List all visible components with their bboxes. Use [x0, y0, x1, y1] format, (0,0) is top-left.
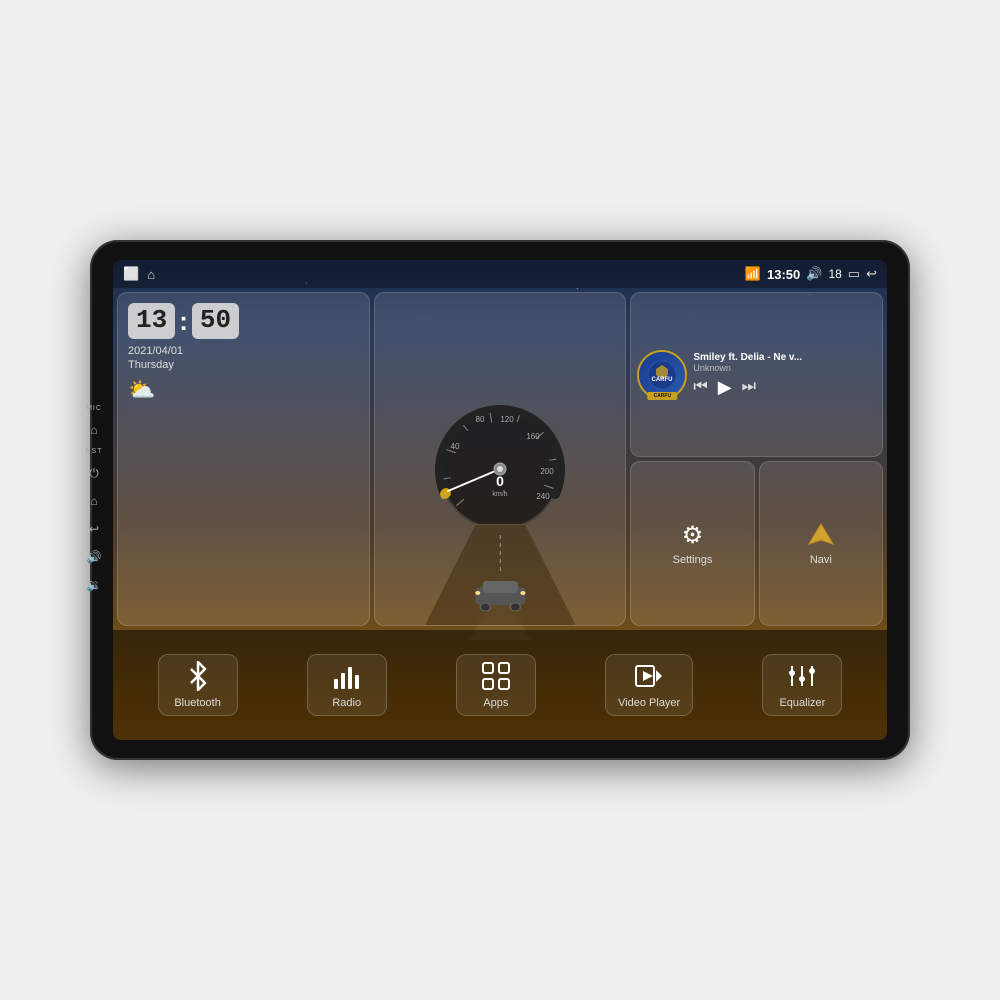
music-logo: CARFU CARFU	[637, 350, 687, 400]
status-time: 13:50	[767, 267, 800, 282]
music-title: Smiley ft. Delia - Ne v...	[693, 352, 876, 363]
next-button[interactable]: ⏭	[742, 378, 756, 396]
svg-text:40: 40	[451, 442, 460, 451]
road-scene	[375, 525, 626, 625]
svg-text:120: 120	[500, 415, 514, 424]
bottom-bar: Bluetooth Radio	[113, 630, 887, 740]
volume-icon: 🔊	[806, 266, 822, 282]
wifi-icon: 📶	[745, 266, 761, 282]
equalizer-icon	[787, 661, 817, 691]
speedometer-container: 0 40 80 120 160 200 240 0	[383, 301, 618, 617]
svg-text:0: 0	[496, 473, 504, 489]
settings-icon: ⚙	[682, 521, 704, 550]
status-right: 📶 13:50 🔊 18 ▭ ↩	[745, 266, 877, 282]
equalizer-label: Equalizer	[779, 697, 825, 709]
apps-icon	[481, 661, 511, 691]
clock-date: 2021/04/01	[128, 345, 183, 357]
apps-label: Apps	[483, 697, 508, 709]
svg-text:80: 80	[476, 415, 485, 424]
navi-label: Navi	[810, 554, 832, 566]
side-controls: MIC ⌂ RST ⏻ ⌂ ↩ 🔊 🔉	[84, 405, 104, 595]
back-status-icon: ↩	[866, 266, 877, 282]
apps-button[interactable]: Apps	[456, 654, 536, 716]
window-icon: ⬜	[123, 266, 139, 282]
equalizer-button[interactable]: Equalizer	[762, 654, 842, 716]
clock-minutes: 50	[192, 303, 239, 339]
rst-label: RST	[86, 448, 103, 455]
clock-display: 13 : 50	[128, 303, 239, 339]
video-icon	[634, 661, 664, 691]
video-button[interactable]: Video Player	[605, 654, 693, 716]
music-ribbon: CARFU	[648, 392, 678, 400]
radio-label: Radio	[332, 697, 361, 709]
main-content: 13 : 50 2021/04/01 Thursday ⛅	[113, 288, 887, 630]
settings-label: Settings	[673, 554, 713, 566]
radio-icon	[332, 661, 362, 691]
clock-hours: 13	[128, 303, 175, 339]
svg-text:km/h: km/h	[492, 491, 507, 498]
play-button[interactable]: ▶	[718, 377, 732, 398]
volume-level: 18	[828, 267, 841, 281]
music-artist: Unknown	[693, 363, 876, 373]
battery-icon: ▭	[848, 266, 860, 282]
bluetooth-icon	[183, 661, 213, 691]
settings-widget[interactable]: ⚙ Settings	[630, 461, 754, 626]
svg-text:200: 200	[540, 467, 554, 476]
svg-text:0: 0	[441, 492, 446, 501]
music-widget[interactable]: CARFU CARFU Smiley ft. Delia - Ne v... U…	[630, 292, 883, 457]
weather-icon: ⛅	[128, 377, 155, 403]
radio-button[interactable]: Radio	[307, 654, 387, 716]
bluetooth-button[interactable]: Bluetooth	[158, 654, 238, 716]
vol-up-icon[interactable]: 🔊	[84, 547, 104, 567]
status-bar: ⬜ ⌂ 📶 13:50 🔊 18 ▭ ↩	[113, 260, 887, 288]
svg-text:240: 240	[536, 492, 550, 501]
navi-widget[interactable]: Navi	[759, 461, 883, 626]
video-label: Video Player	[618, 697, 680, 709]
prev-button[interactable]: ⏮	[693, 378, 707, 396]
mic-label: MIC	[86, 405, 102, 412]
speedometer-svg: 0 40 80 120 160 200 240 0	[425, 394, 575, 524]
home-icon: ⌂	[147, 267, 155, 282]
vol-down-icon[interactable]: 🔉	[84, 575, 104, 595]
clock-widget[interactable]: 13 : 50 2021/04/01 Thursday ⛅	[117, 292, 370, 626]
power-side-icon[interactable]: ⏻	[84, 463, 104, 483]
status-left: ⬜ ⌂	[123, 266, 155, 282]
settings-navi-row: ⚙ Settings Navi	[630, 461, 883, 626]
bluetooth-label: Bluetooth	[174, 697, 220, 709]
home2-side-icon[interactable]: ⌂	[84, 491, 104, 511]
music-info: Smiley ft. Delia - Ne v... Unknown ⏮ ▶ ⏭	[693, 352, 876, 398]
speedometer-widget[interactable]: 0 40 80 120 160 200 240 0	[374, 292, 627, 626]
clock-separator: :	[179, 303, 188, 339]
back-side-icon[interactable]: ↩	[84, 519, 104, 539]
music-controls: ⏮ ▶ ⏭	[693, 377, 876, 398]
screen: ⬜ ⌂ 📶 13:50 🔊 18 ▭ ↩ 13 : 50 2021/	[113, 260, 887, 740]
home-side-icon[interactable]: ⌂	[84, 420, 104, 440]
car-head-unit: MIC ⌂ RST ⏻ ⌂ ↩ 🔊 🔉 ⬜ ⌂ 📶 13:50 🔊 18 ▭ ↩	[90, 240, 910, 760]
svg-text:CARFU: CARFU	[652, 377, 673, 383]
svg-text:160: 160	[526, 432, 540, 441]
navi-icon	[807, 522, 835, 550]
clock-day: Thursday	[128, 359, 174, 371]
